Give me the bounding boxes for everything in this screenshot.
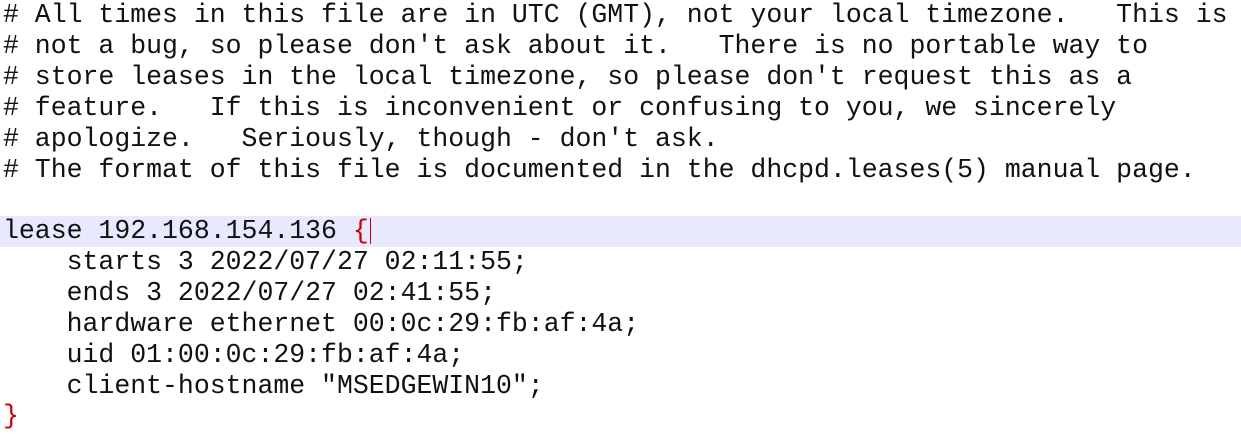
comment-line[interactable]: # apologize. Seriously, though - don't a… (0, 124, 1241, 155)
comment-line[interactable]: # All times in this file are in UTC (GMT… (0, 0, 1241, 31)
text-editor[interactable]: # All times in this file are in UTC (GMT… (0, 0, 1241, 435)
open-brace: { (352, 216, 369, 246)
lease-header-line[interactable]: lease 192.168.154.136 { (0, 216, 1241, 247)
lease-field-line[interactable]: uid 01:00:0c:29:fb:af:4a; (0, 340, 1241, 371)
lease-field-line[interactable]: ends 3 2022/07/27 02:41:55; (0, 278, 1241, 309)
blank-line[interactable] (0, 186, 1241, 217)
close-brace-line[interactable]: } (0, 401, 1241, 432)
lease-header-text: lease 192.168.154.136 (3, 216, 353, 246)
comment-line[interactable]: # not a bug, so please don't ask about i… (0, 31, 1241, 62)
comment-line[interactable]: # feature. If this is inconvenient or co… (0, 93, 1241, 124)
text-cursor (369, 218, 371, 244)
comment-line[interactable]: # store leases in the local timezone, so… (0, 62, 1241, 93)
lease-field-line[interactable]: hardware ethernet 00:0c:29:fb:af:4a; (0, 309, 1241, 340)
lease-field-line[interactable]: client-hostname "MSEDGEWIN10"; (0, 371, 1241, 402)
lease-field-line[interactable]: starts 3 2022/07/27 02:11:55; (0, 247, 1241, 278)
comment-line[interactable]: # The format of this file is documented … (0, 155, 1241, 186)
close-brace: } (3, 401, 19, 431)
